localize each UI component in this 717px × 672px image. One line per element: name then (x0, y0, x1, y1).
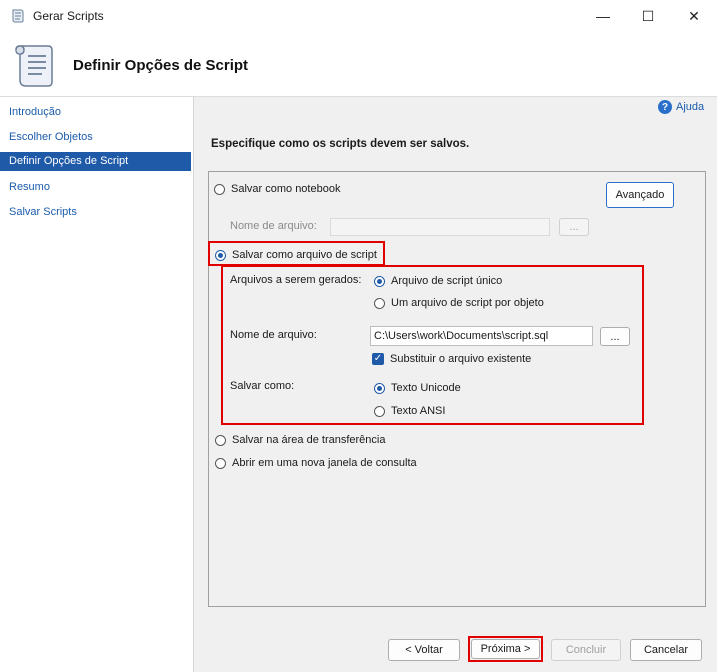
checkbox-checked-icon[interactable]: ✓ (372, 353, 384, 365)
radio-button[interactable] (374, 382, 385, 394)
radio-button[interactable] (215, 457, 226, 469)
radio-single-file[interactable]: Arquivo de script único (374, 275, 502, 287)
radio-button[interactable] (374, 405, 385, 417)
app-icon (10, 8, 26, 24)
cancel-button[interactable]: Cancelar (630, 639, 702, 661)
page-title: Definir Opções de Script (73, 57, 249, 74)
radio-label: Arquivo de script único (391, 275, 503, 287)
radio-button[interactable] (374, 275, 385, 287)
close-button[interactable]: ✕ (671, 0, 717, 32)
radio-save-script-file[interactable]: Salvar como arquivo de script (215, 249, 377, 261)
radio-button[interactable] (374, 297, 385, 309)
radio-button[interactable] (214, 183, 225, 195)
help-link[interactable]: ? Ajuda (658, 100, 704, 114)
sidebar-item-salvar-scripts[interactable]: Salvar Scripts (0, 203, 191, 222)
radio-clipboard[interactable]: Salvar na área de transferência (215, 434, 385, 446)
next-button[interactable]: Próxima > (471, 639, 540, 659)
checkbox-label: Substituir o arquivo existente (390, 353, 532, 365)
maximize-button[interactable]: ☐ (625, 0, 671, 32)
sidebar-item-escolher-objetos[interactable]: Escolher Objetos (0, 128, 191, 147)
radio-label: Texto Unicode (391, 382, 461, 394)
sidebar-item-resumo[interactable]: Resumo (0, 178, 191, 197)
radio-query-window[interactable]: Abrir em uma nova janela de consulta (215, 457, 417, 469)
radio-label: Salvar como arquivo de script (232, 249, 377, 261)
minimize-button[interactable]: — (580, 0, 626, 32)
radio-label: Salvar como notebook (231, 183, 341, 195)
window-title: Gerar Scripts (33, 9, 104, 23)
sidebar-item-introducao[interactable]: Introdução (0, 103, 191, 122)
radio-label: Salvar na área de transferência (232, 434, 386, 446)
help-icon: ? (658, 100, 672, 114)
instruction-text: Especifique como os scripts devem ser sa… (211, 138, 470, 150)
radio-save-notebook[interactable]: Salvar como notebook (214, 183, 340, 195)
radio-unicode[interactable]: Texto Unicode (374, 382, 461, 394)
browse-button[interactable]: ... (600, 327, 630, 346)
notebook-file-input[interactable] (330, 218, 550, 236)
back-button[interactable]: < Voltar (388, 639, 460, 661)
radio-ansi[interactable]: Texto ANSI (374, 405, 445, 417)
radio-label: Texto ANSI (391, 405, 446, 417)
finish-button[interactable]: Concluir (551, 639, 621, 661)
radio-label: Um arquivo de script por objeto (391, 297, 544, 309)
radio-button[interactable] (215, 249, 226, 261)
sidebar-divider (193, 97, 194, 672)
file-name-input[interactable]: C:\Users\work\Documents\script.sql (370, 326, 593, 346)
radio-label: Abrir em uma nova janela de consulta (232, 457, 417, 469)
script-scroll-icon (12, 40, 56, 90)
files-generated-label: Arquivos a serem gerados: (230, 274, 362, 286)
notebook-browse-button[interactable]: ... (559, 218, 589, 236)
advanced-button[interactable]: Avançado (606, 182, 674, 208)
help-label: Ajuda (676, 101, 705, 113)
notebook-file-label: Nome de arquivo: (230, 220, 317, 232)
sidebar-item-definir-opcoes[interactable]: Definir Opções de Script (0, 152, 191, 171)
radio-file-per-object[interactable]: Um arquivo de script por objeto (374, 297, 544, 309)
file-name-label: Nome de arquivo: (230, 329, 317, 341)
overwrite-checkbox-row[interactable]: ✓ Substituir o arquivo existente (372, 353, 531, 365)
save-as-label: Salvar como: (230, 380, 295, 392)
radio-button[interactable] (215, 434, 226, 446)
